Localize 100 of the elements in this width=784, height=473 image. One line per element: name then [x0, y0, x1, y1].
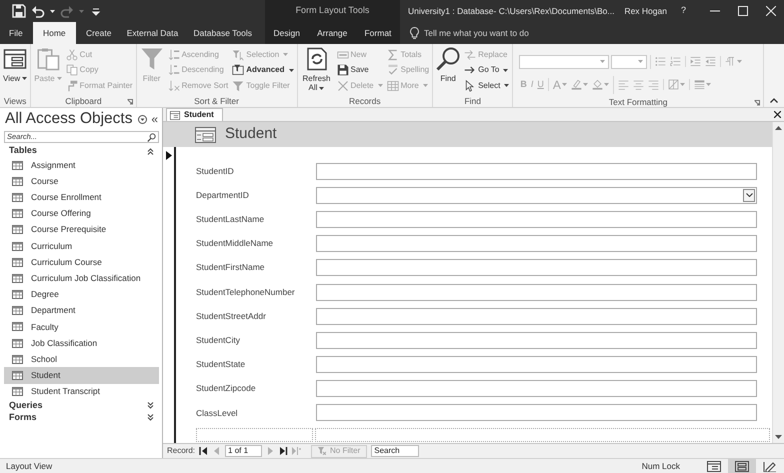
refresh-button[interactable]: Refresh All [300, 47, 334, 95]
table-item[interactable]: Student Transcript [4, 384, 159, 400]
advanced-filter-icon [232, 64, 244, 76]
section-header[interactable]: Queries [0, 400, 162, 412]
record-position-field[interactable]: 1 of 1 [225, 445, 262, 457]
first-record-icon[interactable] [199, 447, 208, 455]
table-item[interactable]: Course Enrollment [4, 189, 159, 206]
pane-menu-icon[interactable] [138, 114, 148, 124]
section-label: Forms [9, 411, 37, 424]
text-field[interactable] [316, 210, 757, 228]
pane-title: All Access Objects [5, 109, 132, 130]
section-header[interactable]: Forms [0, 412, 162, 424]
remove-sort-icon [168, 80, 180, 92]
table-item[interactable]: Job Classification [4, 335, 159, 352]
table-item[interactable]: Department [4, 302, 159, 319]
table-item[interactable]: School [4, 351, 159, 368]
search-field[interactable]: Search [371, 445, 420, 457]
close-icon[interactable] [774, 111, 781, 118]
goto-button[interactable]: Go To [463, 62, 510, 78]
table-item[interactable]: Curriculum Job Classification [4, 270, 159, 286]
table-item[interactable]: Assignment [4, 157, 159, 174]
group-label: Text Formatting [608, 96, 668, 108]
expand-chevron-icon [147, 414, 154, 422]
advanced-button[interactable]: Advanced [231, 62, 294, 78]
caret-icon [283, 53, 288, 56]
text-field[interactable] [316, 235, 757, 252]
sort-ascending-icon [168, 48, 180, 61]
dialog-launcher-icon[interactable] [126, 99, 133, 105]
ribbon-tab[interactable]: Home [32, 22, 76, 44]
table-item[interactable]: Degree [4, 286, 159, 303]
last-record-icon[interactable] [279, 447, 288, 455]
table-item[interactable]: Course Prerequisite [4, 222, 159, 238]
view-button[interactable]: View [2, 47, 28, 95]
maximize-icon[interactable] [738, 6, 748, 16]
help-button[interactable]: ? [680, 4, 686, 18]
save-button[interactable]: Save [336, 62, 384, 78]
text-field[interactable] [316, 356, 757, 374]
table-icon [12, 322, 23, 332]
text-field[interactable] [316, 284, 757, 301]
form-title: Student [225, 124, 277, 144]
text-field[interactable] [316, 308, 757, 325]
tell-me-field[interactable]: Tell me what you want to do [424, 26, 529, 40]
ribbon-tab[interactable]: Create [80, 22, 116, 44]
group-label: Clipboard [65, 94, 102, 108]
ribbon-tab[interactable]: File [4, 22, 28, 44]
caret-icon [56, 77, 62, 80]
text-field[interactable] [316, 162, 757, 180]
refresh-icon [304, 47, 328, 71]
align-center-icon [632, 79, 644, 90]
form-icon [195, 126, 216, 142]
collapse-ribbon-icon[interactable] [770, 98, 778, 103]
caret-icon [737, 60, 742, 63]
contextual-tools-label: Form Layout Tools [296, 4, 370, 18]
scroll-up-icon[interactable] [775, 126, 782, 130]
layout-view-button[interactable] [728, 459, 756, 473]
ribbon-tab[interactable]: Database Tools [188, 22, 257, 44]
replace-icon [464, 48, 476, 61]
grid-icon [386, 80, 399, 92]
vertical-scrollbar[interactable] [772, 122, 784, 443]
select-button[interactable]: Select [463, 78, 510, 94]
table-item[interactable]: Course [4, 173, 159, 190]
search-icon[interactable] [147, 132, 156, 142]
find-button[interactable]: Find [435, 47, 462, 95]
table-item[interactable]: Student [4, 367, 159, 384]
bulleted-list-icon [655, 56, 666, 67]
text-field[interactable] [316, 332, 757, 349]
table-icon [12, 290, 23, 300]
align-right-icon [648, 79, 659, 90]
table-item[interactable]: Course Offering [4, 206, 159, 222]
table-item[interactable]: Curriculum Course [4, 254, 159, 270]
text-field[interactable] [316, 259, 757, 276]
collapse-pane-button[interactable]: « [151, 113, 158, 125]
caret-icon [706, 83, 711, 86]
scissors-icon [66, 48, 78, 61]
table-item[interactable]: Curriculum [4, 238, 159, 254]
undo-icon[interactable] [31, 4, 45, 18]
field-label: StudentMiddleName [196, 237, 274, 250]
field-label: StudentZipcode [196, 382, 257, 396]
scroll-down-icon[interactable] [775, 435, 782, 439]
cursor-icon [464, 80, 476, 92]
table-item[interactable]: Faculty [4, 318, 159, 336]
brush-icon [66, 80, 78, 92]
text-field[interactable] [316, 380, 757, 398]
copy-icon [66, 64, 78, 76]
caret-icon [600, 60, 606, 63]
field-label: StudentTelephoneNumber [196, 286, 296, 298]
text-field[interactable] [316, 404, 757, 422]
lightbulb-icon [410, 27, 419, 39]
table-icon [12, 176, 23, 186]
caret-icon[interactable] [50, 10, 55, 12]
document-tab[interactable]: Student [166, 108, 223, 121]
table-icon [12, 338, 23, 348]
ribbon-tab[interactable]: External Data [122, 22, 184, 44]
gridlines-icon [668, 79, 679, 90]
user-name[interactable]: Rex Hogan [624, 4, 667, 18]
filter-clear-icon [318, 447, 326, 455]
section-header[interactable]: Tables [0, 145, 162, 157]
record-selector-icon[interactable] [166, 151, 172, 160]
table-icon [12, 387, 23, 396]
save-icon[interactable] [12, 4, 26, 18]
